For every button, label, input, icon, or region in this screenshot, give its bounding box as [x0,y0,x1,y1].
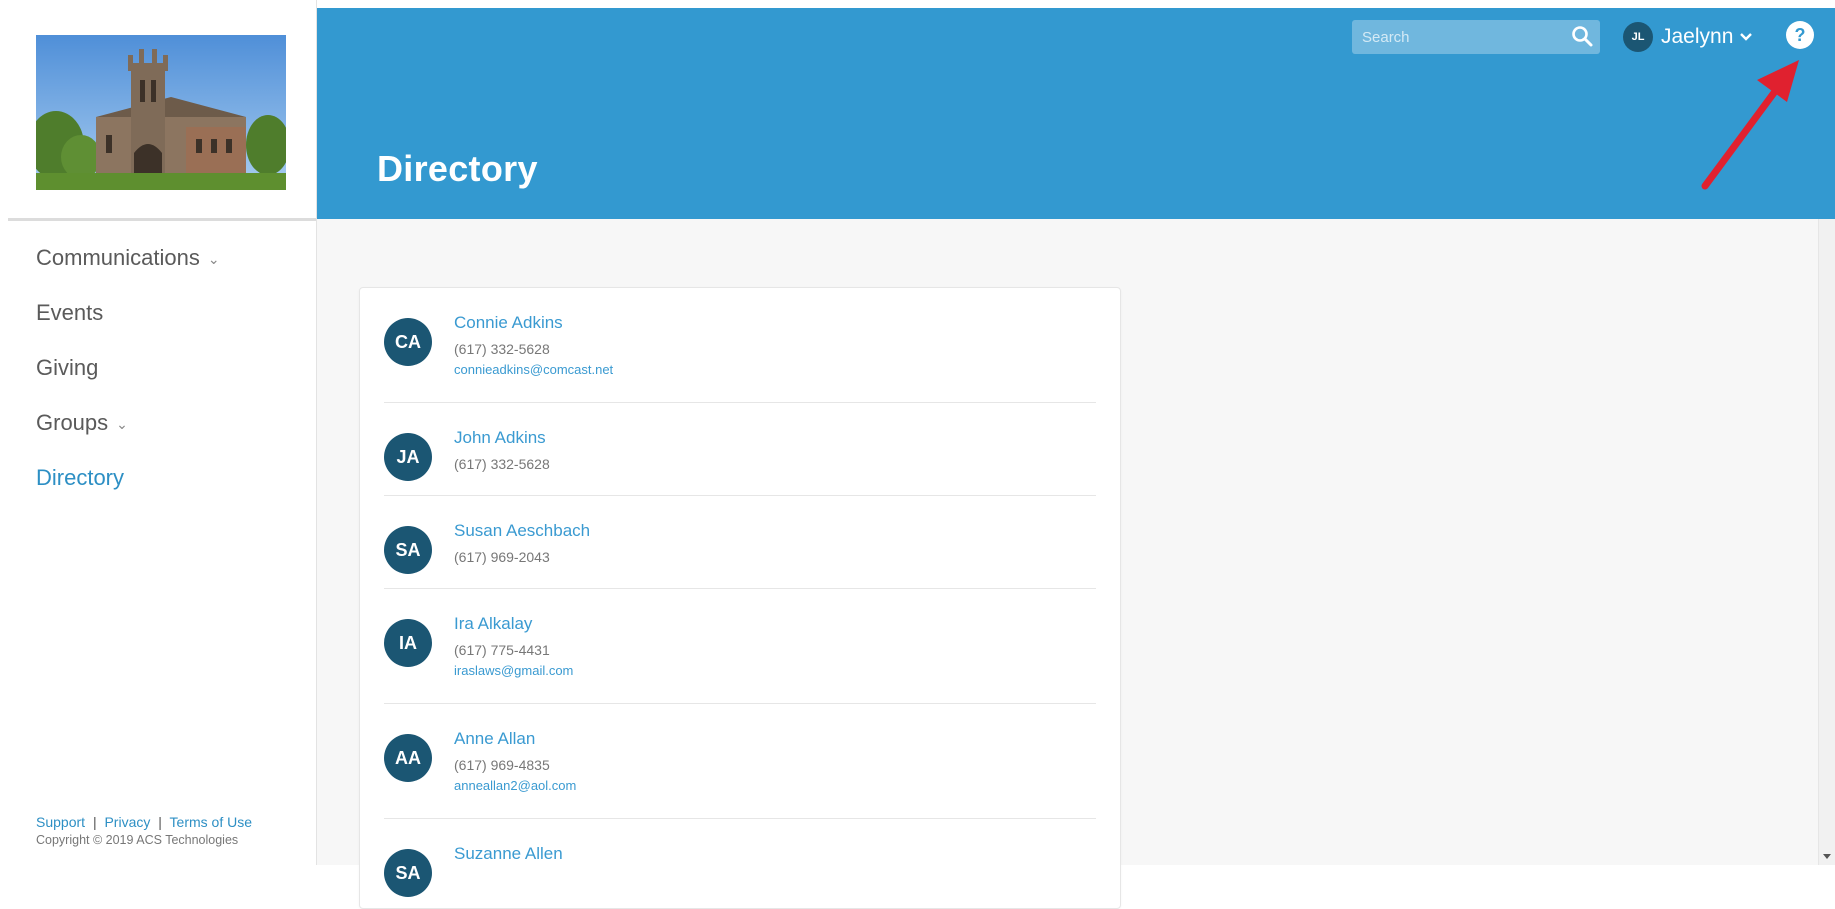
user-name: Jaelynn [1661,25,1734,48]
contact-name[interactable]: Ira Alkalay [454,613,573,635]
list-item[interactable]: JA John Adkins (617) 332-5628 [384,403,1096,496]
footer-links: Support | Privacy | Terms of Use [36,814,252,830]
page-title: Directory [377,148,538,189]
sidebar-item-label: Events [36,300,104,325]
help-icon[interactable]: ? [1786,21,1814,49]
sidebar-item-label: Directory [36,465,125,490]
contact-name[interactable]: Suzanne Allen [454,843,563,865]
user-avatar: JL [1623,22,1653,52]
sidebar-item-label: Communications [36,245,200,270]
contact-email[interactable]: iraslaws@gmail.com [454,661,573,681]
church-logo[interactable] [36,35,286,190]
copyright-text: Copyright © 2019 ACS Technologies [36,833,239,847]
sidebar-item-giving[interactable]: Giving [36,351,220,406]
search-box [1352,20,1600,54]
page-header: JL Jaelynn ? Directory [317,8,1835,219]
separator: | [158,814,162,830]
list-item[interactable]: IA Ira Alkalay (617) 775-4431 iraslaws@g… [384,589,1096,704]
avatar: AA [384,734,432,782]
contact-phone: (617) 969-2043 [454,549,550,565]
contact-name[interactable]: John Adkins [454,427,550,449]
directory-list: CA Connie Adkins (617) 332-5628 conniead… [360,288,1120,908]
search-icon[interactable] [1570,24,1594,53]
contact-info: Ira Alkalay (617) 775-4431 iraslaws@gmai… [454,613,573,681]
contact-email[interactable]: connieadkins@comcast.net [454,360,613,380]
avatar: IA [384,619,432,667]
avatar: SA [384,526,432,574]
list-item[interactable]: SA Suzanne Allen [384,819,1096,908]
chevron-down-icon: ⌄ [116,416,128,432]
annotation-arrow-icon [1701,60,1799,190]
avatar: JA [384,433,432,481]
user-menu[interactable]: JL Jaelynn [1623,20,1753,54]
chevron-down-icon: ⌄ [207,251,220,267]
terms-link[interactable]: Terms of Use [170,814,252,830]
sidebar-nav: Communications ⌄ Events Giving Groups ⌄ … [36,241,220,516]
contact-info: Anne Allan (617) 969-4835 anneallan2@aol… [454,728,576,796]
contact-info: John Adkins (617) 332-5628 [454,427,550,475]
directory-card: CA Connie Adkins (617) 332-5628 conniead… [359,287,1121,909]
sidebar-divider [8,218,316,221]
sidebar-item-label: Groups [36,410,109,435]
contact-name[interactable]: Connie Adkins [454,312,613,334]
avatar: CA [384,318,432,366]
contact-phone: (617) 969-4835 [454,757,550,773]
contact-phone: (617) 332-5628 [454,341,550,357]
list-item[interactable]: CA Connie Adkins (617) 332-5628 conniead… [384,288,1096,403]
contact-name[interactable]: Susan Aeschbach [454,520,590,542]
contact-phone: (617) 332-5628 [454,456,550,472]
contact-info: Connie Adkins (617) 332-5628 connieadkin… [454,312,613,380]
main-content: CA Connie Adkins (617) 332-5628 conniead… [317,219,1835,909]
support-link[interactable]: Support [36,814,85,830]
sidebar-item-groups[interactable]: Groups ⌄ [36,406,220,461]
chevron-down-icon [1739,32,1753,42]
scroll-down-arrow-icon[interactable] [1823,854,1831,859]
sidebar-item-label: Giving [36,355,99,380]
avatar: SA [384,849,432,897]
contact-info: Susan Aeschbach (617) 969-2043 [454,520,590,568]
sidebar: Communications ⌄ Events Giving Groups ⌄ … [0,0,317,865]
list-item[interactable]: AA Anne Allan (617) 969-4835 anneallan2@… [384,704,1096,819]
contact-email[interactable]: anneallan2@aol.com [454,776,576,796]
privacy-link[interactable]: Privacy [104,814,150,830]
search-input[interactable] [1352,20,1572,54]
contact-phone: (617) 775-4431 [454,642,550,658]
sidebar-item-directory[interactable]: Directory [36,461,220,516]
sidebar-item-events[interactable]: Events [36,296,220,351]
page-scrollbar[interactable] [1818,219,1835,865]
sidebar-footer: Support | Privacy | Terms of Use Copyrig… [36,814,252,847]
contact-name[interactable]: Anne Allan [454,728,576,750]
sidebar-item-communications[interactable]: Communications ⌄ [36,241,220,296]
separator: | [92,814,97,830]
contact-info: Suzanne Allen [454,843,563,865]
list-item[interactable]: SA Susan Aeschbach (617) 969-2043 [384,496,1096,589]
